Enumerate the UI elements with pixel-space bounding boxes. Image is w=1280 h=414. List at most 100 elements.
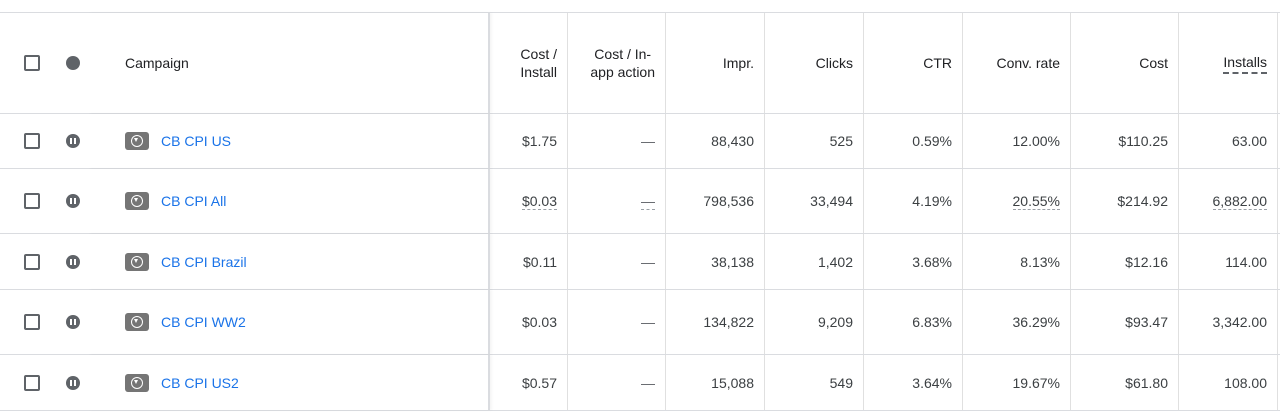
cost-inapp-cell: — [568, 355, 666, 410]
conv-rate-cell: 20.55% [963, 169, 1071, 233]
cost-value: $93.47 [1125, 314, 1168, 330]
cost-inapp-value: — [641, 253, 655, 270]
campaign-link[interactable]: CB CPI WW2 [161, 314, 246, 330]
installs-value: 3,342.00 [1212, 314, 1268, 330]
app-campaign-icon [125, 132, 149, 150]
conv-rate-cell: 19.67% [963, 355, 1071, 410]
impr-value: 38,138 [711, 253, 754, 270]
row-checkbox-cell [0, 169, 58, 233]
impr-cell: 15,088 [666, 355, 765, 410]
paused-status-icon [66, 375, 80, 390]
clicks-cell: 1,402 [765, 234, 864, 289]
cost-inapp-column-header[interactable]: Cost / In- app action [568, 13, 666, 113]
installs-column-header[interactable]: Installs [1179, 13, 1278, 113]
campaign-header-label: Campaign [125, 55, 189, 71]
row-checkbox-cell [0, 234, 58, 289]
ctr-column-header[interactable]: CTR [864, 13, 963, 113]
ctr-value: 6.83% [912, 314, 952, 330]
ctr-value: 3.64% [912, 374, 952, 391]
conv-rate-value: 19.67% [1012, 374, 1060, 391]
ctr-value: 3.68% [912, 253, 952, 270]
row-checkbox[interactable] [24, 193, 40, 209]
conv-rate-cell: 12.00% [963, 114, 1071, 168]
table-row[interactable]: CB CPI All $0.03 — 798,536 33,494 4.19% … [0, 169, 1280, 234]
table-row[interactable]: CB CPI US2 $0.57 — 15,088 549 3.64% 19.6… [0, 355, 1280, 411]
cost-inapp-header-line1: Cost / In- [594, 46, 652, 62]
row-checkbox-cell [0, 290, 58, 354]
app-campaign-icon [125, 192, 149, 210]
impr-header-label: Impr. [722, 55, 754, 71]
paused-status-icon [66, 315, 80, 329]
row-status-cell[interactable] [58, 290, 88, 354]
clicks-column-header[interactable]: Clicks [765, 13, 864, 113]
ctr-cell: 6.83% [864, 290, 963, 354]
row-status-cell[interactable] [58, 169, 88, 233]
cost-install-header-line2: Install [520, 64, 557, 80]
row-status-cell[interactable] [58, 234, 88, 289]
row-status-cell[interactable] [58, 114, 88, 168]
paused-status-icon [66, 254, 80, 269]
installs-value[interactable]: 6,882.00 [1212, 193, 1267, 210]
paused-status-icon [66, 134, 80, 148]
campaign-link[interactable]: CB CPI Brazil [161, 254, 247, 270]
campaign-cell: CB CPI US2 [88, 355, 490, 410]
cost-cell: $61.80 [1071, 355, 1179, 410]
table-row[interactable]: CB CPI US $1.75 — 88,430 525 0.59% 12.00… [0, 114, 1280, 169]
conv-rate-value[interactable]: 20.55% [1012, 193, 1060, 210]
table-row[interactable]: CB CPI WW2 $0.03 — 134,822 9,209 6.83% 3… [0, 290, 1280, 355]
table-row[interactable]: CB CPI Brazil $0.11 — 38,138 1,402 3.68%… [0, 234, 1280, 290]
cost-inapp-value: — [641, 314, 655, 330]
ctr-value: 0.59% [912, 133, 952, 149]
clicks-value: 525 [829, 133, 853, 149]
cost-inapp-value[interactable]: — [641, 193, 655, 210]
cost-column-header[interactable]: Cost [1071, 13, 1179, 113]
impr-value: 134,822 [703, 314, 754, 330]
cost-value: $214.92 [1117, 193, 1168, 209]
cost-inapp-value: — [641, 374, 655, 391]
impr-column-header[interactable]: Impr. [666, 13, 765, 113]
campaign-link[interactable]: CB CPI US [161, 133, 231, 149]
app-campaign-icon [125, 373, 149, 392]
row-checkbox[interactable] [24, 133, 40, 149]
table-header: Campaign Cost / Install Cost / In- app a… [0, 13, 1280, 114]
cost-install-value[interactable]: $0.03 [521, 193, 557, 210]
conv-rate-cell: 36.29% [963, 290, 1071, 354]
cost-inapp-cell: — [568, 169, 666, 233]
impr-cell: 798,536 [666, 169, 765, 233]
select-all-checkbox[interactable] [24, 55, 40, 71]
paused-status-icon [66, 194, 80, 208]
impr-value: 88,430 [711, 133, 754, 149]
installs-cell: 63.00 [1179, 114, 1278, 168]
app-campaign-icon [125, 313, 149, 331]
clicks-cell: 549 [765, 355, 864, 410]
row-checkbox[interactable] [24, 253, 40, 270]
row-checkbox[interactable] [24, 314, 40, 330]
cost-inapp-value: — [641, 133, 655, 149]
campaign-link[interactable]: CB CPI All [161, 193, 226, 209]
installs-value: 108.00 [1224, 374, 1267, 391]
campaign-link[interactable]: CB CPI US2 [161, 375, 239, 391]
status-header[interactable] [58, 13, 88, 113]
row-status-cell[interactable] [58, 355, 88, 410]
cost-install-cell: $0.57 [490, 355, 568, 410]
clicks-cell: 9,209 [765, 290, 864, 354]
row-checkbox[interactable] [24, 374, 40, 391]
impr-cell: 38,138 [666, 234, 765, 289]
clicks-value: 549 [829, 374, 853, 391]
conv-rate-value: 8.13% [1020, 253, 1060, 270]
clicks-cell: 33,494 [765, 169, 864, 233]
campaign-cell: CB CPI All [88, 169, 490, 233]
cost-install-cell: $0.03 [490, 169, 568, 233]
select-all-cell [0, 13, 58, 113]
cost-install-column-header[interactable]: Cost / Install [490, 13, 568, 113]
conv-rate-column-header[interactable]: Conv. rate [963, 13, 1071, 113]
conv-rate-header-label: Conv. rate [996, 55, 1060, 71]
ctr-cell: 3.68% [864, 234, 963, 289]
clicks-header-label: Clicks [815, 55, 853, 71]
ctr-cell: 4.19% [864, 169, 963, 233]
impr-value: 798,536 [703, 193, 754, 209]
clicks-cell: 525 [765, 114, 864, 168]
campaign-column-header[interactable]: Campaign [88, 13, 490, 113]
installs-cell: 3,342.00 [1179, 290, 1278, 354]
status-dot-icon [66, 56, 80, 70]
